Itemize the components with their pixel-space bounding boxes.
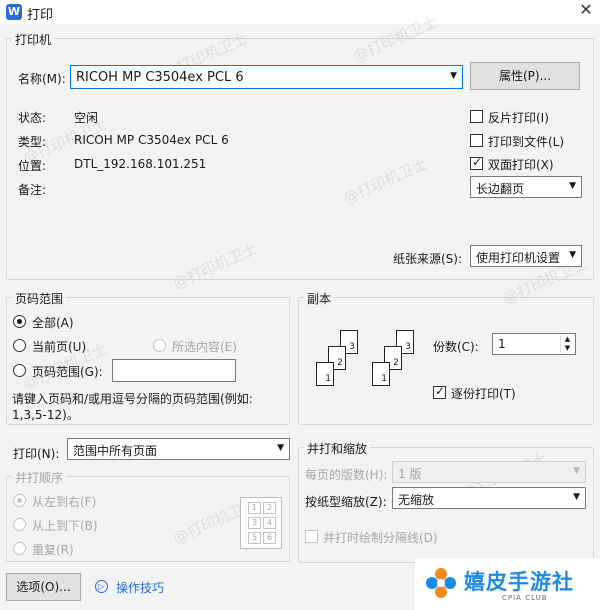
status-value: 空闲 [74,111,99,125]
paper-source-value: 使用打印机设置 [476,251,561,265]
page-range-all-radio[interactable] [13,315,26,328]
page-range-custom-radio[interactable] [13,364,26,377]
page-range-custom-label: 页码范围(G): [32,365,103,379]
tips-icon[interactable]: ▷ [95,580,108,593]
order-repeat-radio[interactable] [13,542,26,555]
spin-up-icon[interactable]: ▲ [560,335,574,344]
print-what-value: 范围中所有页面 [73,444,158,458]
print-to-file-checkbox[interactable] [470,134,483,147]
type-value: RICOH MP C3504ex PCL 6 [74,133,229,147]
order-left-to-right-label: 从左到右(F) [32,495,97,509]
chevron-down-icon: ▼ [277,443,284,453]
copies-count-stepper[interactable]: 1 ▲ ▼ [492,333,576,355]
page-range-group-label: 页码范围 [12,290,67,307]
order-preview-icon: 1 2 3 4 5 6 [240,497,282,549]
copies-count-label: 份数(C): [433,340,479,354]
tips-link[interactable]: 操作技巧 [116,579,164,596]
order-repeat-label: 重复(R) [32,543,74,557]
location-label: 位置: [18,159,47,173]
page-range-input[interactable] [112,359,236,382]
duplex-mode-select[interactable]: 长边翻页 ▼ [470,176,582,198]
logo-subtext: CPIA CLUB [502,594,548,602]
draw-borders-checkbox[interactable] [305,530,318,543]
printer-properties-button[interactable]: 属性(P)... [470,62,580,90]
page-range-all-label: 全部(A) [32,316,74,330]
page-range-current-radio[interactable] [13,339,26,352]
pages-per-sheet-value: 1 版 [398,467,422,481]
options-button[interactable]: 选项(O)... [6,573,81,601]
scale-label: 按纸型缩放(Z): [305,495,387,509]
chevron-down-icon: ▼ [573,492,580,502]
pages-per-sheet-select[interactable]: 1 版 ▼ [392,461,586,483]
order-top-to-bottom-label: 从上到下(B) [32,519,98,533]
order-left-to-right-radio[interactable] [13,494,26,507]
copies-count-value: 1 [498,337,506,351]
zoom-group-label: 并打和缩放 [304,440,371,457]
reverse-print-checkbox[interactable] [470,110,483,123]
title-bar [0,0,600,24]
chevron-down-icon: ▼ [569,181,576,191]
wps-app-icon: W [6,4,22,20]
status-label: 状态: [18,111,47,125]
draw-borders-label: 并打时绘制分隔线(D) [323,531,438,545]
chevron-down-icon: ▼ [569,250,576,260]
duplex-label: 双面打印(X) [488,158,554,172]
chevron-down-icon: ▼ [573,466,580,476]
pages-per-sheet-label: 每页的版数(H): [305,468,388,482]
print-to-file-label: 打印到文件(L) [488,135,565,149]
collate-checkbox[interactable] [433,384,446,399]
window-title: 打印 [27,8,54,23]
printer-name-value: RICOH MP C3504ex PCL 6 [76,70,244,85]
type-label: 类型: [18,135,47,149]
printer-name-select[interactable]: RICOH MP C3504ex PCL 6 ▼ [70,65,463,89]
location-value: DTL_192.168.101.251 [74,157,207,171]
print-what-select[interactable]: 范围中所有页面 ▼ [67,438,290,460]
scale-select[interactable]: 无缩放 ▼ [392,487,586,509]
flower-logo-icon [424,566,458,600]
duplex-checkbox[interactable] [470,155,483,170]
copies-group-label: 副本 [304,290,335,307]
page-range-hint-line2: 1,3,5-12)。 [12,408,79,422]
close-icon[interactable]: ✕ [575,0,597,22]
logo-text: 嬉皮手游社 [464,570,574,594]
reverse-print-label: 反片打印(I) [488,111,549,125]
order-group-label: 并打顺序 [12,469,67,486]
print-what-label: 打印(N): [13,447,60,461]
comment-label: 备注: [18,183,47,197]
printer-name-label: 名称(M): [18,72,66,86]
chevron-down-icon: ▼ [450,71,457,81]
paper-source-select[interactable]: 使用打印机设置 ▼ [470,245,582,267]
page-range-hint-line1: 请键入页码和/或用逗号分隔的页码范围(例如: [12,392,253,406]
collate-set-2-icon: 3 2 1 [372,330,432,396]
page-range-current-label: 当前页(U) [32,340,87,354]
duplex-mode-value: 长边翻页 [476,182,525,196]
page-range-selection-label: 所选内容(E) [172,340,237,354]
collate-set-1-icon: 3 2 1 [316,330,376,396]
spin-down-icon[interactable]: ▼ [560,344,574,353]
paper-source-label: 纸张来源(S): [393,252,463,266]
collate-label: 逐份打印(T) [451,387,516,401]
printer-group-label: 打印机 [12,31,55,48]
order-top-to-bottom-radio[interactable] [13,518,26,531]
page-range-selection-radio[interactable] [153,339,166,352]
scale-value: 无缩放 [398,493,435,507]
